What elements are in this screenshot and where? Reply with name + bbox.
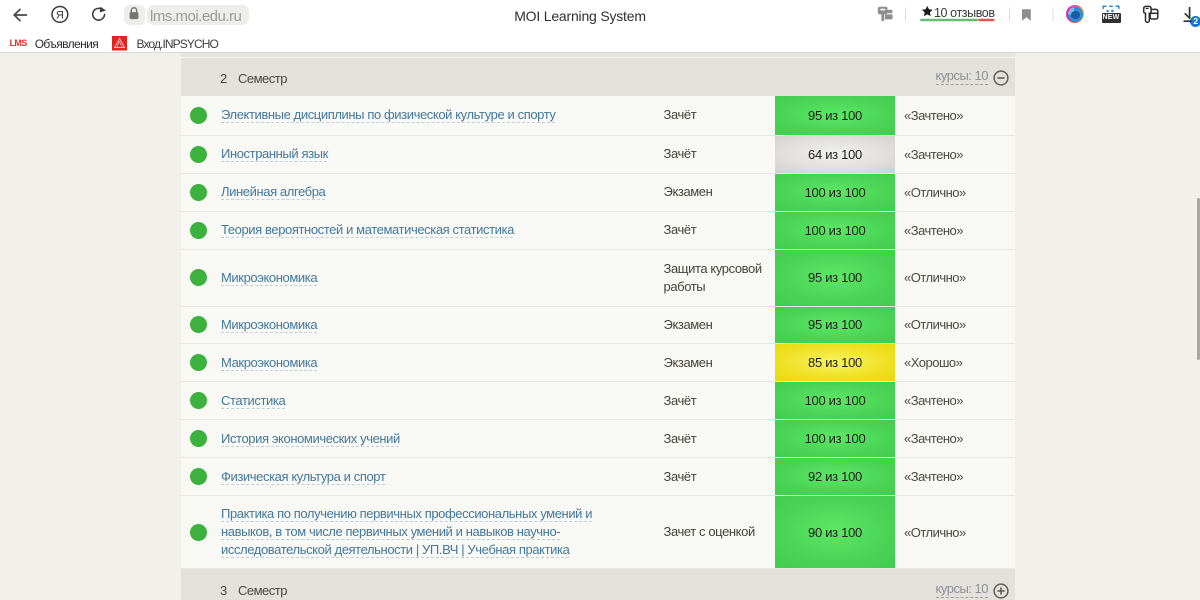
svg-text:Я: Я	[56, 9, 64, 21]
